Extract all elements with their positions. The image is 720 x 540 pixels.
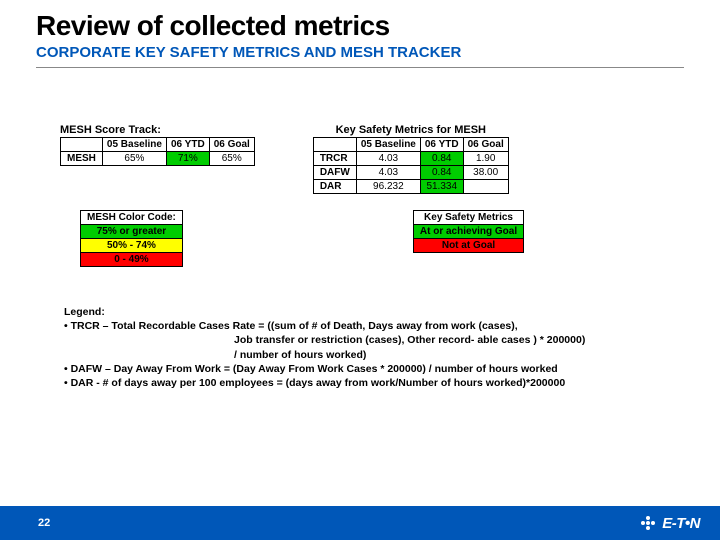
mesh-06ytd: 71%	[166, 152, 209, 166]
logo-text: E-T•N	[662, 515, 700, 532]
legend-trcr-1: • TRCR – Total Recordable Cases Rate = (…	[64, 319, 684, 333]
mesh-06goal: 65%	[209, 152, 254, 166]
cc-50: 50% - 74%	[81, 239, 183, 253]
ksm-table: Key Safety Metrics for MESH 05 Baseline …	[313, 124, 509, 194]
slide: Review of collected metrics CORPORATE KE…	[0, 0, 720, 540]
row-trcr: TRCR	[313, 152, 356, 166]
mesh-track-grid: 05 Baseline 06 YTD 06 Goal MESH 65% 71% …	[60, 137, 255, 166]
col-06-goal: 06 Goal	[209, 138, 254, 152]
col-06-goal: 06 Goal	[463, 138, 508, 152]
ksm-not-goal: Not at Goal	[413, 239, 523, 253]
logo-dots-icon	[639, 516, 659, 530]
mesh-track-title: MESH Score Track:	[60, 124, 255, 136]
legend-heading: Legend:	[64, 305, 684, 319]
trcr-06ytd: 0.84	[420, 152, 463, 166]
col-05-baseline: 05 Baseline	[356, 138, 420, 152]
col-06-ytd: 06 YTD	[166, 138, 209, 152]
cc-0: 0 - 49%	[81, 253, 183, 267]
tables-row: MESH Score Track: 05 Baseline 06 YTD 06 …	[0, 68, 720, 194]
legend-text: Legend: • TRCR – Total Recordable Cases …	[0, 267, 720, 390]
legend-dafw: • DAFW – Day Away From Work = (Day Away …	[64, 362, 684, 376]
legends-row: MESH Color Code: 75% or greater 50% - 74…	[0, 194, 720, 267]
row-dafw: DAFW	[313, 166, 356, 180]
legend-trcr-2: Job transfer or restriction (cases), Oth…	[64, 333, 684, 347]
dar-06ytd: 51.334	[420, 180, 463, 194]
dafw-06ytd: 0.84	[420, 166, 463, 180]
ksm-legend-table: Key Safety Metrics At or achieving Goal …	[413, 210, 524, 253]
row-dar: DAR	[313, 180, 356, 194]
dafw-06goal: 38.00	[463, 166, 508, 180]
dar-06goal	[463, 180, 508, 194]
mesh-05: 65%	[102, 152, 166, 166]
dafw-05: 4.03	[356, 166, 420, 180]
cc-75: 75% or greater	[81, 225, 183, 239]
footer: 22 E-T•N	[0, 506, 720, 540]
trcr-05: 4.03	[356, 152, 420, 166]
ksm-grid: 05 Baseline 06 YTD 06 Goal TRCR 4.03 0.8…	[313, 137, 509, 194]
corner-cell	[61, 138, 103, 152]
color-code-table: MESH Color Code: 75% or greater 50% - 74…	[80, 210, 183, 267]
col-05-baseline: 05 Baseline	[102, 138, 166, 152]
page-number: 22	[38, 517, 50, 529]
dar-05: 96.232	[356, 180, 420, 194]
subtitle: CORPORATE KEY SAFETY METRICS AND MESH TR…	[0, 42, 720, 67]
ksm-legend-title: Key Safety Metrics	[413, 211, 523, 225]
col-06-ytd: 06 YTD	[420, 138, 463, 152]
mesh-track-table: MESH Score Track: 05 Baseline 06 YTD 06 …	[60, 124, 255, 166]
color-code-title: MESH Color Code:	[81, 211, 183, 225]
corner-cell	[313, 138, 356, 152]
ksm-at-goal: At or achieving Goal	[413, 225, 523, 239]
legend-dar: • DAR - # of days away per 100 employees…	[64, 376, 684, 390]
ksm-title: Key Safety Metrics for MESH	[313, 124, 509, 136]
row-mesh: MESH	[61, 152, 103, 166]
legend-trcr-3: / number of hours worked)	[64, 348, 684, 362]
page-title: Review of collected metrics	[0, 0, 720, 42]
trcr-06goal: 1.90	[463, 152, 508, 166]
eaton-logo: E-T•N	[639, 515, 700, 532]
